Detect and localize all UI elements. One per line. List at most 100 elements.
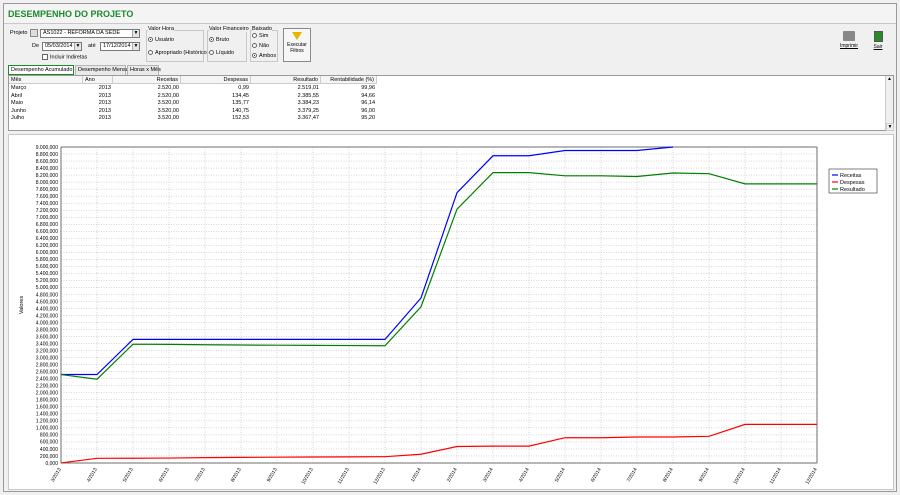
de-label: De xyxy=(32,43,40,49)
y-tick-label: 3.200,000 xyxy=(36,348,58,354)
x-tick-label: 6/2013 xyxy=(158,467,171,483)
project-icon[interactable] xyxy=(30,29,38,37)
x-tick-label: 3/2014 xyxy=(482,467,495,483)
de-date-field[interactable]: 05/03/2014 ▼ xyxy=(42,42,82,51)
tab-horas-mes[interactable]: Horas x Mês xyxy=(127,65,161,75)
y-tick-label: 2.200,000 xyxy=(36,384,58,390)
app-window: DESEMPENHO DO PROJETO Projeto AS1022 - R… xyxy=(3,3,897,492)
baixado-label: Baixado xyxy=(252,26,272,32)
cell-despesas: 0,99 xyxy=(238,85,249,91)
title-bar: DESEMPENHO DO PROJETO xyxy=(4,4,896,24)
scroll-down-icon[interactable]: ▼ xyxy=(886,123,894,131)
y-tick-label: 1.000,000 xyxy=(36,426,58,432)
column-header-mes[interactable]: Mês xyxy=(9,76,83,84)
scroll-up-icon[interactable]: ▲ xyxy=(886,76,893,84)
radio-usuario-label: Usuário xyxy=(155,37,174,43)
chevron-down-icon: ▼ xyxy=(132,43,139,50)
ate-label: até xyxy=(88,43,96,49)
valor-financeiro-group xyxy=(207,30,247,62)
cell-rentabilidade: 99,96 xyxy=(361,85,375,91)
x-tick-label: 12/2013 xyxy=(372,467,386,486)
x-tick-label: 11/2014 xyxy=(769,467,783,486)
radio-usuario[interactable]: Usuário xyxy=(148,37,174,43)
radio-nao-label: Não xyxy=(259,43,270,49)
incluir-indiretas-checkbox[interactable]: Incluir Indiretas xyxy=(42,54,87,60)
vertical-scrollbar[interactable]: ▲ xyxy=(885,76,893,130)
y-tick-label: 8.200,000 xyxy=(36,173,58,179)
x-tick-label: 2/2014 xyxy=(446,467,459,483)
y-tick-label: 4.400,000 xyxy=(36,306,58,312)
x-tick-label: 11/2013 xyxy=(337,467,351,486)
cell-resultado: 2.519,01 xyxy=(297,85,319,91)
y-tick-label: 4.000,000 xyxy=(36,320,58,326)
cell-receitas: 3.520,00 xyxy=(157,115,179,121)
radio-apropriado[interactable]: Apropriado (Histórico) xyxy=(148,50,209,56)
cell-resultado: 3.379,25 xyxy=(297,107,319,114)
cell-ano: 2013 xyxy=(98,107,111,114)
tab-desempenho-mensal[interactable]: Desempenho Mensal xyxy=(75,65,130,75)
column-header-resultado[interactable]: Resultado xyxy=(251,76,321,84)
projeto-select[interactable]: AS1022 - REFORMA DA SEDE ▼ xyxy=(40,29,140,38)
radio-liquido[interactable]: Líquido xyxy=(209,50,234,56)
radio-apropriado-label: Apropriado (Histórico) xyxy=(155,50,209,56)
cell-ano: 2013 xyxy=(98,100,111,106)
cell-ano: 2013 xyxy=(98,85,111,91)
tab-desempenho-acumulado[interactable]: Desempenho Acumulado xyxy=(8,65,74,75)
imprimir-button[interactable]: Imprimir xyxy=(838,28,860,56)
y-tick-label: 8.400,000 xyxy=(36,166,58,172)
ate-date-field[interactable]: 17/12/2014 ▼ xyxy=(100,42,140,51)
column-header-receitas[interactable]: Receitas xyxy=(113,76,181,84)
y-tick-label: 3.800,000 xyxy=(36,327,58,333)
y-tick-label: 8.600,000 xyxy=(36,159,58,165)
sair-button[interactable]: Sair xyxy=(868,28,888,56)
radio-sim-label: Sim xyxy=(259,33,269,39)
y-tick-label: 6.000,000 xyxy=(36,250,58,256)
cell-despesas: 152,53 xyxy=(232,115,249,121)
radio-bruto[interactable]: Bruto xyxy=(209,37,229,43)
cell-ano: 2013 xyxy=(98,115,111,121)
y-tick-label: 5.400,000 xyxy=(36,271,58,277)
cell-mes: Maio xyxy=(11,100,23,106)
y-tick-label: 9.000,000 xyxy=(36,145,58,151)
chart-panel: 0,000 200,000 400,000 600,000 800,000 1.000,0… xyxy=(8,134,894,490)
cell-resultado: 3.384,23 xyxy=(297,100,319,106)
x-tick-label: 7/2014 xyxy=(626,467,639,483)
filter-icon xyxy=(292,32,302,40)
radio-liquido-label: Líquido xyxy=(216,50,235,56)
x-tick-label: 12/2014 xyxy=(804,467,818,486)
cell-resultado: 2.385,55 xyxy=(297,92,319,99)
valor-hora-group xyxy=(146,30,204,62)
y-tick-label: 2.400,000 xyxy=(36,377,58,383)
y-tick-label: 7.000,000 xyxy=(36,215,58,221)
cell-resultado: 3.367,47 xyxy=(297,115,319,121)
plot-area xyxy=(60,146,818,464)
radio-ambos[interactable]: Ambos xyxy=(252,53,276,59)
y-tick-label: 800,000 xyxy=(40,433,58,439)
cell-despesas: 140,75 xyxy=(232,107,249,114)
column-header-despesas[interactable]: Despesas xyxy=(181,76,251,84)
executar-filtros-button[interactable]: Executar Filtros xyxy=(283,28,311,62)
y-tick-label: 2.600,000 xyxy=(36,370,58,376)
y-tick-label: 5.800,000 xyxy=(36,257,58,263)
column-header-rentabilidade[interactable]: Rentabilidade (%) xyxy=(321,76,377,84)
y-tick-label: 0,000 xyxy=(45,461,58,467)
y-tick-label: 7.600,000 xyxy=(36,194,58,200)
y-tick-label: 2.000,000 xyxy=(36,391,58,397)
cell-receitas: 2.520,00 xyxy=(157,92,179,99)
sair-label: Sair xyxy=(873,44,883,50)
y-tick-label: 1.400,000 xyxy=(36,412,58,418)
chevron-down-icon: ▼ xyxy=(74,43,81,50)
radio-nao[interactable]: Não xyxy=(252,43,269,49)
y-tick-label: 7.800,000 xyxy=(36,187,58,193)
x-tick-label: 4/2014 xyxy=(518,467,531,483)
y-tick-label: 200,000 xyxy=(40,454,58,460)
y-tick-label: 5.200,000 xyxy=(36,278,58,284)
y-tick-label: 3.400,000 xyxy=(36,341,58,347)
y-tick-label: 6.600,000 xyxy=(36,229,58,235)
y-tick-label: 400,000 xyxy=(40,447,58,453)
y-tick-label: 4.600,000 xyxy=(36,299,58,305)
chevron-down-icon: ▼ xyxy=(132,30,139,37)
column-header-ano[interactable]: Ano xyxy=(83,76,113,84)
radio-sim[interactable]: Sim xyxy=(252,33,268,39)
y-tick-label: 600,000 xyxy=(40,440,58,446)
